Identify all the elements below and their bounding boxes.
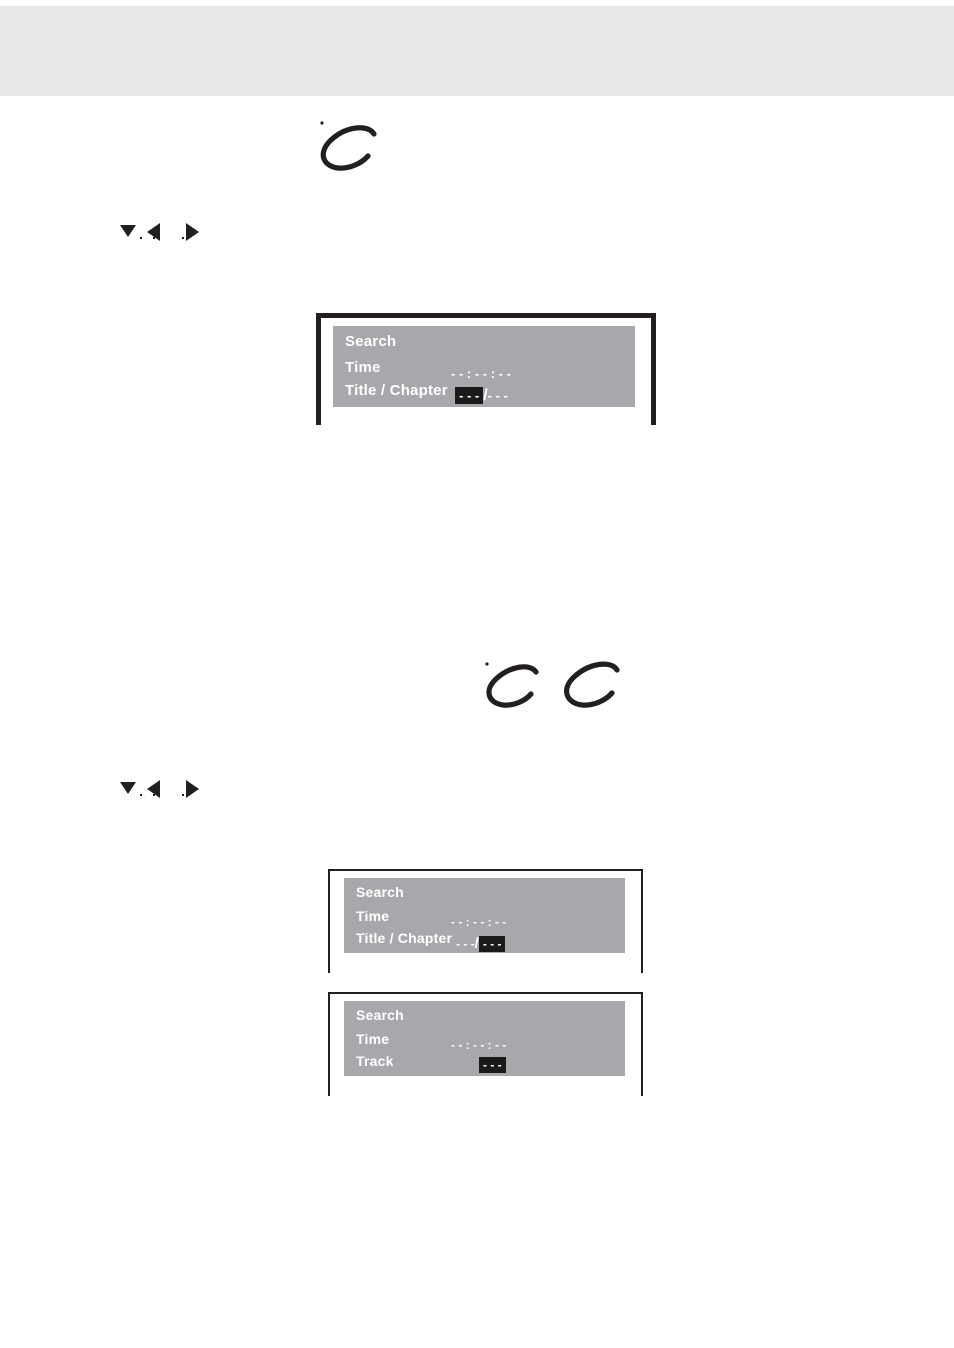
osd-row-title-chapter: Title / Chapter: [345, 382, 448, 399]
osd-value-title-chapter[interactable]: - - -/- - -: [456, 935, 506, 952]
marker-dot: [182, 794, 184, 796]
osd-label-time: Time: [356, 908, 390, 924]
osd-panel-track: Search Time - - : - - : - - Track - - -: [344, 1001, 625, 1076]
osd-value-title-highlighted[interactable]: - - -: [455, 387, 484, 404]
osd-value-time: - - : - - : - -: [451, 366, 511, 381]
osd-label-title-chapter: Title / Chapter: [356, 930, 453, 946]
osd-row-track: Track: [356, 1053, 394, 1069]
pen-mark-c-1: [310, 118, 400, 178]
marker-dot: [140, 237, 142, 239]
osd-value-time-text: - - : - - : - -: [451, 366, 511, 381]
triangle-left-icon: [147, 780, 160, 798]
osd-title: Search: [356, 884, 404, 900]
osd-value-track[interactable]: - - -: [479, 1057, 506, 1073]
osd-frame-track: Search Time - - : - - : - - Track - - -: [328, 992, 643, 1096]
osd-label-time: Time: [356, 1031, 390, 1047]
osd-label-track: Track: [356, 1053, 394, 1069]
page-header-band: [0, 6, 954, 96]
osd-row-title-chapter: Title / Chapter: [356, 930, 452, 946]
triangle-right-icon: [186, 780, 199, 798]
osd-title: Search: [345, 333, 397, 350]
triangle-right-icon: [186, 223, 199, 241]
osd-label-title-chapter: Title / Chapter: [345, 382, 448, 399]
marker-dot: [182, 237, 184, 239]
osd-value-time-text: - - : - - : - -: [451, 1038, 507, 1052]
osd-value-time: - - : - - : - -: [451, 1038, 506, 1052]
osd-panel-title-chapter-title: Search Time - - : - - : - - Title / Chap…: [333, 326, 635, 407]
osd-value-title-chapter[interactable]: - - -/- - -: [455, 387, 508, 405]
osd-frame-title-chapter-chapter: Search Time - - : - - : - - Title / Chap…: [328, 869, 643, 973]
osd-label-time: Time: [345, 359, 381, 376]
osd-panel-title-chapter-chapter: Search Time - - : - - : - - Title / Chap…: [344, 878, 625, 953]
osd-title: Search: [356, 1007, 404, 1023]
osd-frame-title-chapter-title: Search Time - - : - - : - - Title / Chap…: [316, 313, 656, 425]
osd-value-title-plain[interactable]: - - -: [456, 937, 475, 951]
osd-value-chapter-highlighted[interactable]: - - -: [478, 936, 506, 952]
triangle-down-icon: [120, 225, 136, 237]
button-markers-row-2: [120, 778, 220, 800]
triangle-down-icon: [120, 782, 136, 794]
osd-row-time: Time: [356, 1031, 389, 1047]
marker-dot: [140, 794, 142, 796]
osd-value-time: - - : - - : - -: [451, 915, 506, 929]
osd-row-time: Time: [356, 908, 389, 924]
osd-value-chapter-plain[interactable]: - - -: [488, 388, 508, 403]
osd-value-track-highlighted[interactable]: - - -: [479, 1057, 506, 1073]
pen-mark-c-3: [555, 656, 645, 716]
osd-value-time-text: - - : - - : - -: [451, 915, 507, 929]
osd-row-time: Time: [345, 359, 381, 376]
button-markers-row-1: [120, 221, 220, 243]
triangle-left-icon: [147, 223, 160, 241]
